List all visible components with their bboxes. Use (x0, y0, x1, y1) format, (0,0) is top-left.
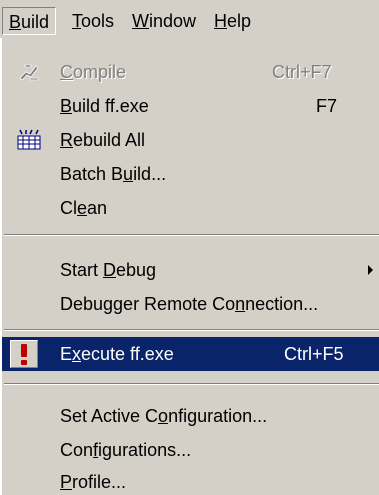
menu-separator (4, 329, 379, 331)
build-dropdown-menu: Compile Ctrl+F7 Build ff.exe F7 Rebuild … (0, 38, 379, 495)
menu-tools-label: ools (81, 11, 115, 31)
exclamation-icon (10, 340, 38, 368)
menu-item-execute-ff-exe[interactable]: Execute ff.exe Ctrl+F5 (2, 337, 379, 371)
menu-window-label: indow (149, 11, 197, 31)
menu-window-mnemonic: W (132, 11, 149, 31)
menu-item-shortcut: Ctrl+F7 (272, 62, 332, 82)
submenu-arrow-icon (368, 265, 373, 275)
menu-bar: Build Tools Window Help (0, 0, 379, 40)
menu-tools[interactable]: Tools (66, 7, 120, 35)
menu-item-build-ff-exe[interactable]: Build ff.exe F7 (2, 89, 379, 123)
menu-item-label: Execute ff.exe (60, 344, 174, 364)
menu-item-shortcut: F7 (316, 96, 338, 116)
menu-item-compile[interactable]: Compile Ctrl+F7 (2, 55, 379, 89)
menu-build-label: uild (21, 12, 50, 32)
menu-tools-mnemonic: T (72, 11, 81, 31)
menu-help-mnemonic: H (214, 11, 227, 31)
menu-item-label: Compile (60, 62, 127, 82)
menu-window[interactable]: Window (126, 7, 202, 35)
menu-item-start-debug[interactable]: Start Debug (2, 253, 379, 287)
menu-item-label: Batch Build... (60, 164, 167, 184)
menu-build-mnemonic: B (9, 12, 22, 32)
menu-item-shortcut: Ctrl+F5 (284, 344, 344, 364)
menu-separator (4, 234, 379, 236)
menu-item-label: Configurations... (60, 440, 192, 460)
menu-item-label: Start Debug (60, 260, 157, 280)
menu-item-clean[interactable]: Clean (2, 191, 379, 225)
menu-item-batch-build[interactable]: Batch Build... (2, 157, 379, 191)
menu-item-label: Build ff.exe (60, 96, 149, 116)
menu-item-rebuild-all[interactable]: Rebuild All (2, 123, 379, 157)
menu-item-label: Rebuild All (60, 130, 146, 150)
menu-item-label: Clean (60, 198, 108, 218)
menu-separator (4, 383, 379, 385)
screen: Build Tools Window Help Compile Ctrl+F7 … (0, 0, 379, 495)
menu-help[interactable]: Help (208, 7, 257, 35)
menu-item-profile[interactable]: Profile... (2, 465, 379, 495)
menu-item-configurations[interactable]: Configurations... (2, 433, 379, 467)
compile-icon (16, 60, 42, 84)
menu-item-debugger-remote-connection[interactable]: Debugger Remote Connection... (2, 287, 379, 321)
menu-item-label: Profile... (60, 472, 127, 492)
menu-item-label: Debugger Remote Connection... (60, 294, 319, 314)
menu-item-set-active-configuration[interactable]: Set Active Configuration... (2, 399, 379, 433)
menu-help-label: elp (227, 11, 252, 31)
menu-build[interactable]: Build (2, 7, 57, 35)
menu-item-label: Set Active Configuration... (60, 406, 268, 426)
rebuild-all-icon (16, 128, 42, 152)
